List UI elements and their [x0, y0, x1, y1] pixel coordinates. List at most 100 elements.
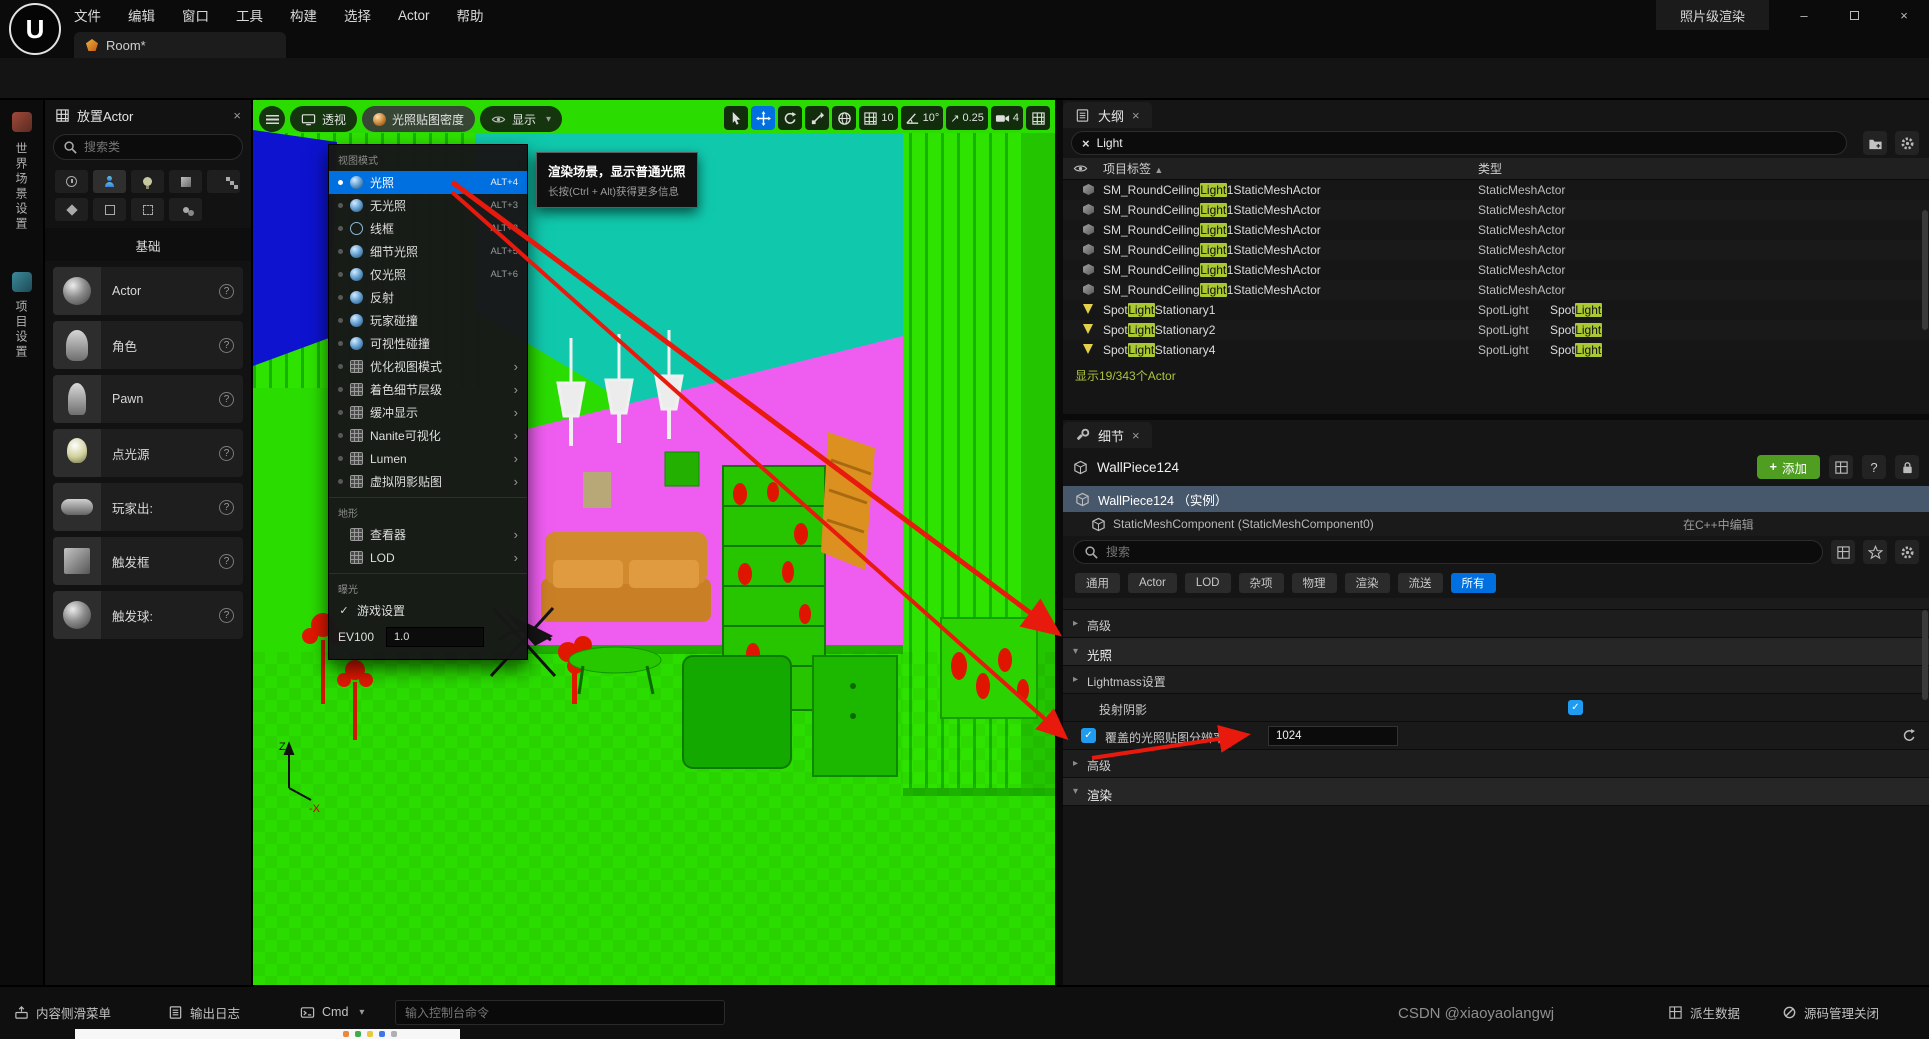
outliner-row[interactable]: SpotLightStationary2 SpotLight SpotLight	[1063, 320, 1929, 340]
details-filter-tab[interactable]: 渲染	[1345, 573, 1390, 593]
section-advanced[interactable]: ▸ 高级	[1063, 610, 1929, 638]
view-mode-item[interactable]: 线框 ALT+2	[329, 217, 527, 240]
menu-item[interactable]: 文件	[74, 5, 101, 25]
outliner-row[interactable]: SM_RoundCeilingLight1StaticMeshActor Sta…	[1063, 280, 1929, 300]
info-icon[interactable]: ?	[219, 392, 234, 407]
view-mode-item[interactable]: Nanite可视化 ›	[329, 424, 527, 447]
view-mode-item[interactable]: 玩家碰撞	[329, 309, 527, 332]
reset-icon[interactable]	[1902, 728, 1917, 743]
instance-row[interactable]: WallPiece124 （实例）	[1063, 486, 1929, 512]
info-icon[interactable]: ?	[219, 446, 234, 461]
view-mode-item[interactable]: 仅光照 ALT+6	[329, 263, 527, 286]
details-filter-tab[interactable]: 物理	[1292, 573, 1337, 593]
menu-item[interactable]: 帮助	[457, 5, 484, 25]
place-search-box[interactable]	[53, 134, 243, 160]
outliner-row[interactable]: SM_RoundCeilingLight1StaticMeshActor Sta…	[1063, 240, 1929, 260]
outliner-tab[interactable]: 大纲 ×	[1063, 102, 1152, 128]
console-command-input[interactable]	[395, 1000, 725, 1025]
lock-button[interactable]	[1895, 455, 1919, 479]
grid-snap-button[interactable]: 10	[859, 106, 897, 130]
help-button[interactable]: ?	[1862, 455, 1886, 479]
outliner-search-box[interactable]: ×	[1071, 131, 1847, 155]
view-mode-item[interactable]: 光照 ALT+4	[329, 171, 527, 194]
browse-button[interactable]	[1829, 455, 1853, 479]
category-geometry-button[interactable]	[93, 198, 126, 221]
category-lights-button[interactable]	[131, 170, 164, 193]
column-type[interactable]: 类型	[1478, 160, 1502, 177]
outliner-row[interactable]: SM_RoundCeilingLight1StaticMeshActor Sta…	[1063, 180, 1929, 200]
outliner-row[interactable]: SM_RoundCeilingLight1StaticMeshActor Sta…	[1063, 200, 1929, 220]
view-mode-item[interactable]: 无光照 ALT+3	[329, 194, 527, 217]
place-actor-item[interactable]: 触发框 ?	[53, 537, 243, 585]
output-log-button[interactable]: 输出日志	[168, 997, 240, 1027]
terrain-menu-item[interactable]: LOD ›	[329, 546, 527, 569]
tab-project-settings[interactable]: 项目设置	[13, 300, 30, 360]
component-row[interactable]: StaticMeshComponent (StaticMeshComponent…	[1063, 512, 1929, 536]
outliner-row[interactable]: SM_RoundCeilingLight1StaticMeshActor Sta…	[1063, 260, 1929, 280]
info-icon[interactable]: ?	[219, 608, 234, 623]
details-search-input[interactable]	[1106, 545, 1812, 559]
add-component-button[interactable]: +添加	[1757, 455, 1820, 479]
view-mode-item[interactable]: 可视性碰撞	[329, 332, 527, 355]
override-checkbox[interactable]: ✓	[1081, 728, 1096, 743]
info-icon[interactable]: ?	[219, 338, 234, 353]
details-filter-tab[interactable]: 杂项	[1239, 573, 1284, 593]
view-mode-item[interactable]: 反射	[329, 286, 527, 309]
outliner-row[interactable]: SM_RoundCeilingLight1StaticMeshActor Sta…	[1063, 220, 1929, 240]
close-icon[interactable]: ×	[1132, 428, 1140, 443]
close-icon[interactable]: ×	[1132, 108, 1140, 123]
details-filter-tab[interactable]: Actor	[1128, 573, 1177, 593]
scale-tool-button[interactable]	[805, 106, 829, 130]
category-landscape-button[interactable]	[207, 170, 240, 193]
project-settings-icon[interactable]	[12, 272, 32, 292]
section-lightmass[interactable]: ▸ Lightmass设置	[1063, 666, 1929, 694]
ev100-input[interactable]	[386, 627, 484, 647]
tab-world-settings[interactable]: 世界场景设置	[13, 142, 30, 232]
place-actor-item[interactable]: 触发球: ?	[53, 591, 243, 639]
viewport[interactable]: Z -X 透视 光照贴图密度 显示 ▾	[253, 100, 1055, 985]
column-item-label[interactable]: 项目标签 ▲	[1103, 160, 1163, 177]
level-tab[interactable]: Room*	[74, 32, 286, 58]
menu-item[interactable]: 工具	[236, 5, 263, 25]
details-search-box[interactable]	[1073, 540, 1823, 564]
maximize-button[interactable]	[1829, 0, 1879, 30]
cmd-dropdown[interactable]: Cmd ▾	[300, 997, 364, 1027]
photoreal-render-button[interactable]: 照片级渲染	[1656, 0, 1769, 30]
outliner-row[interactable]: SpotLightStationary4 SpotLight SpotLight	[1063, 340, 1929, 360]
menu-item[interactable]: 构建	[290, 5, 317, 25]
section-advanced-2[interactable]: ▸ 高级	[1063, 750, 1929, 778]
view-mode-item[interactable]: 缓冲显示 ›	[329, 401, 527, 424]
maximize-viewport-button[interactable]	[1026, 106, 1050, 130]
outliner-search-input[interactable]	[1097, 136, 1836, 150]
show-dropdown[interactable]: 显示 ▾	[480, 106, 562, 132]
place-search-input[interactable]	[84, 140, 233, 154]
minimize-button[interactable]: –	[1779, 0, 1829, 30]
menu-item[interactable]: 选择	[344, 5, 371, 25]
category-basic-button[interactable]	[93, 170, 126, 193]
section-rendering[interactable]: ▾ 渲染	[1063, 778, 1929, 806]
menu-item[interactable]: Actor	[398, 8, 430, 23]
eye-icon[interactable]	[1073, 161, 1088, 176]
view-mode-item[interactable]: 细节光照 ALT+5	[329, 240, 527, 263]
view-mode-item[interactable]: 优化视图模式 ›	[329, 355, 527, 378]
details-tab[interactable]: 细节 ×	[1063, 422, 1152, 448]
category-shapes-button[interactable]	[169, 170, 202, 193]
category-recent-button[interactable]	[55, 170, 88, 193]
clear-search-icon[interactable]: ×	[1082, 136, 1090, 151]
terrain-menu-item[interactable]: 查看器 ›	[329, 523, 527, 546]
world-space-button[interactable]	[832, 106, 856, 130]
favorites-button[interactable]	[1863, 540, 1887, 564]
unreal-logo[interactable]: U	[9, 3, 61, 55]
category-volumes-button[interactable]	[131, 198, 164, 221]
place-actor-item[interactable]: 角色 ?	[53, 321, 243, 369]
category-all-button[interactable]	[169, 198, 202, 221]
details-scrollbar[interactable]	[1922, 610, 1928, 700]
view-mode-item[interactable]: 虚拟阴影贴图 ›	[329, 470, 527, 493]
details-filter-tab[interactable]: 所有	[1451, 573, 1496, 593]
lightmap-resolution-input[interactable]	[1268, 726, 1398, 746]
close-icon[interactable]: ×	[233, 108, 241, 123]
move-tool-button[interactable]	[751, 106, 775, 130]
select-tool-button[interactable]	[724, 106, 748, 130]
menu-item[interactable]: 窗口	[182, 5, 209, 25]
info-icon[interactable]: ?	[219, 554, 234, 569]
